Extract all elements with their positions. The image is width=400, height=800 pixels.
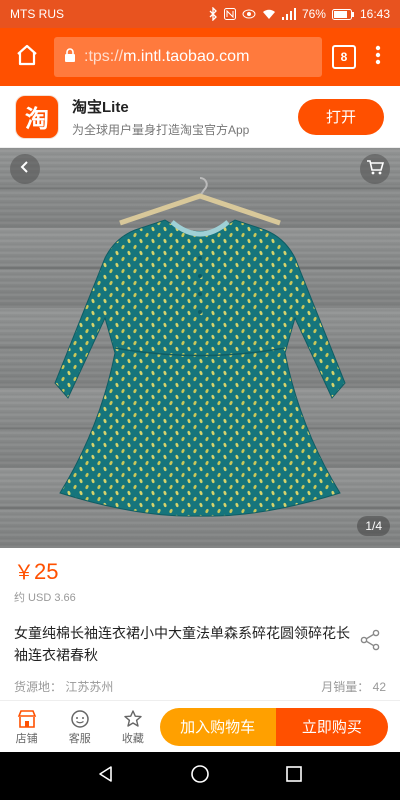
favorite-label: 收藏 (121, 732, 144, 745)
currency-symbol: ￥ (14, 562, 34, 584)
chevron-left-icon (19, 160, 31, 179)
app-download-banner: 淘 淘宝Lite 为全球用户量身打造淘宝官方App 打开 (0, 86, 400, 148)
app-name: 淘宝Lite (72, 98, 129, 116)
cart-icon (366, 159, 385, 180)
origin: 货源地： 江苏苏州 (14, 678, 113, 695)
origin-value: 江苏苏州 (65, 680, 114, 694)
back-button[interactable] (10, 154, 40, 184)
share-icon (358, 629, 382, 656)
image-counter: 1/4 (357, 516, 390, 536)
more-vertical-icon (375, 45, 381, 70)
favorite-button[interactable]: 收藏 (106, 708, 159, 746)
origin-label: 货源地： (14, 680, 63, 694)
service-label: 客服 (68, 732, 91, 745)
product-meta: 货源地： 江苏苏州 月销量： 42 (14, 678, 386, 695)
recents-square-icon[interactable] (285, 765, 303, 788)
chat-icon (70, 708, 90, 730)
monthly-sales: 月销量： 42 (321, 678, 386, 695)
price-value: 25 (34, 559, 59, 584)
star-icon (123, 708, 143, 730)
lock-icon (64, 47, 76, 67)
url-bar[interactable]: :tps://m.intl.taobao.com (54, 37, 322, 77)
wifi-icon (262, 8, 276, 20)
url-host: m.intl.taobao.com (123, 48, 250, 65)
carrier-name: MTS RUS (10, 7, 64, 21)
browser-menu-button[interactable] (366, 40, 390, 74)
monthly-sales-label: 月销量： (321, 680, 370, 694)
tab-switcher-button[interactable]: 8 (332, 45, 356, 69)
product-title: 女童纯棉长袖连衣裙小中大童法单森系碎花圆领碎花长袖连衣裙春秋 (14, 625, 350, 663)
purchase-buttons: 加入购物车 立即购买 (159, 707, 388, 746)
signal-icon (281, 8, 296, 20)
battery-icon (331, 8, 354, 20)
clock-time: 16:43 (359, 7, 390, 21)
app-info: 淘宝Lite 为全球用户量身打造淘宝官方App (72, 96, 298, 138)
home-icon (15, 43, 39, 72)
share-button[interactable] (358, 628, 382, 652)
status-bar: MTS RUS 76% 16:43 (0, 0, 400, 28)
shop-label: 店铺 (15, 732, 38, 745)
customer-service-button[interactable]: 客服 (53, 708, 106, 746)
cart-button[interactable] (360, 154, 390, 184)
product-image-gallery[interactable]: 1/4 (0, 148, 400, 548)
price: ￥25 (14, 556, 76, 585)
store-icon (17, 708, 37, 730)
buy-now-button[interactable]: 立即购买 (275, 707, 388, 746)
battery-percent: 76% (301, 7, 326, 21)
android-navigation-bar (0, 752, 400, 800)
home-circle-icon[interactable] (190, 764, 210, 789)
shop-button[interactable]: 店铺 (0, 708, 53, 746)
eye-icon (242, 9, 256, 19)
url-scheme: :tps:// (84, 48, 124, 65)
usd-price: 约 USD 3.66 (14, 592, 76, 604)
price-area: ￥25 约 USD 3.66 (14, 556, 76, 605)
bottom-action-bar: 店铺 客服 收藏 加入购物车 立即购买 (0, 700, 400, 752)
add-to-cart-button[interactable]: 加入购物车 (159, 707, 276, 746)
app-description: 为全球用户量身打造淘宝官方App (72, 122, 250, 137)
back-triangle-icon[interactable] (97, 765, 115, 788)
nfc-icon (223, 8, 236, 20)
taobao-logo: 淘 (16, 95, 58, 138)
product-photo-dress (54, 177, 346, 517)
monthly-sales-value: 42 (372, 680, 386, 694)
url-text: :tps://m.intl.taobao.com (84, 48, 249, 66)
home-button[interactable] (10, 40, 44, 74)
browser-toolbar: :tps://m.intl.taobao.com 8 (0, 28, 400, 86)
bluetooth-icon (208, 7, 218, 21)
open-app-button[interactable]: 打开 (298, 98, 384, 135)
